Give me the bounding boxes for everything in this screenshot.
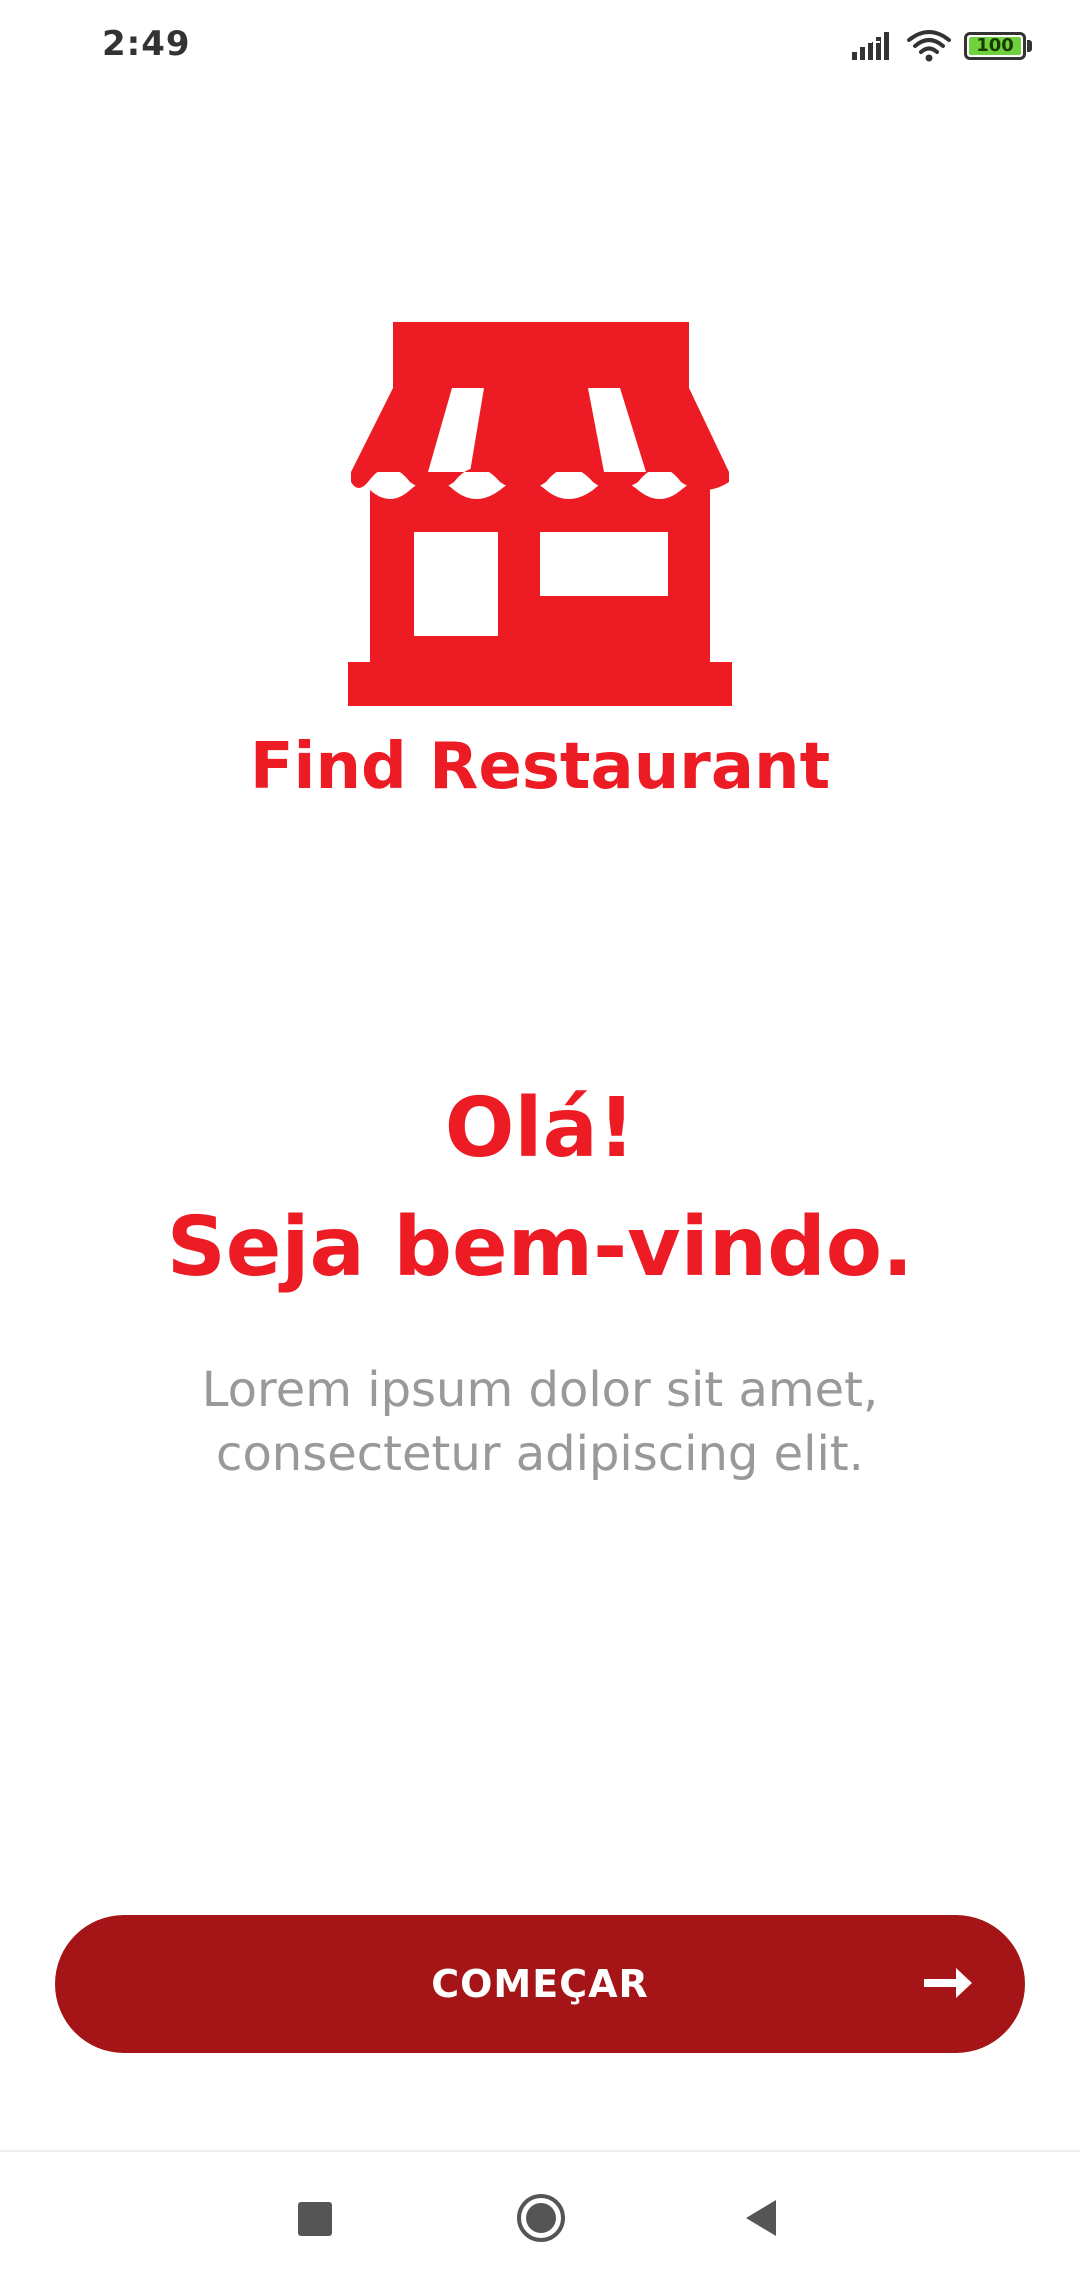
arrow-right-icon (924, 1968, 972, 1998)
welcome-greeting: Olá! (444, 1081, 636, 1176)
recent-apps-icon[interactable] (298, 2202, 332, 2236)
battery-icon: 100 (964, 32, 1026, 60)
welcome-message: Seja bem-vindo. (166, 1200, 914, 1295)
welcome-subtitle: Lorem ipsum dolor sit amet, consectetur … (201, 1362, 879, 1482)
start-button[interactable]: COMEÇAR (55, 1915, 1025, 2053)
signal-icon (852, 32, 889, 60)
back-icon[interactable] (744, 2198, 778, 2238)
welcome-screen: 2:49 100 Find Restaurant Olá! Seja bem-v… (0, 0, 1080, 2280)
start-button-label: COMEÇAR (431, 1962, 649, 2006)
status-time: 2:49 (102, 24, 191, 64)
storefront-icon (348, 322, 732, 706)
app-title: Find Restaurant (249, 730, 831, 804)
navigation-bar (0, 2152, 1080, 2280)
status-bar: 2:49 100 (0, 0, 1080, 96)
battery-tip (1027, 40, 1032, 52)
home-icon[interactable] (515, 2192, 567, 2244)
wifi-icon (907, 30, 951, 62)
battery-level: 100 (969, 37, 1021, 55)
